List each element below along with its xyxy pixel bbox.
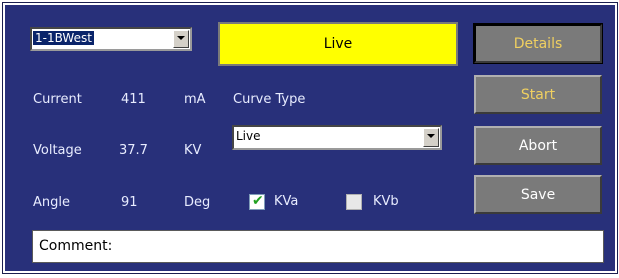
kvb-checkbox[interactable] bbox=[346, 194, 362, 210]
current-value: 411 bbox=[121, 92, 146, 107]
start-button[interactable]: Start bbox=[474, 75, 602, 114]
kvb-label: KVb bbox=[373, 194, 399, 209]
current-label: Current bbox=[33, 92, 82, 107]
comment-label: Comment: bbox=[39, 238, 113, 254]
angle-value: 91 bbox=[121, 195, 138, 210]
voltage-label: Voltage bbox=[33, 143, 82, 158]
chevron-down-icon[interactable] bbox=[423, 128, 439, 147]
device-select-value: 1-1BWest bbox=[33, 31, 94, 45]
curve-type-value: Live bbox=[236, 129, 261, 143]
current-unit: mA bbox=[184, 92, 206, 107]
kva-label: KVa bbox=[274, 194, 299, 209]
chevron-down-icon[interactable] bbox=[173, 30, 189, 48]
kva-checkbox[interactable]: ✔ bbox=[249, 193, 265, 210]
angle-unit: Deg bbox=[184, 195, 211, 210]
checkmark-icon: ✔ bbox=[252, 193, 264, 209]
control-panel: 1-1BWest Live Current 411 mA Voltage 37.… bbox=[2, 2, 618, 274]
details-button[interactable]: Details bbox=[473, 23, 603, 64]
curve-type-label: Curve Type bbox=[233, 92, 306, 107]
voltage-unit: KV bbox=[184, 143, 202, 158]
voltage-value: 37.7 bbox=[119, 143, 148, 158]
device-select[interactable]: 1-1BWest bbox=[30, 27, 192, 51]
curve-type-select[interactable]: Live bbox=[232, 125, 442, 150]
save-button[interactable]: Save bbox=[474, 175, 602, 214]
angle-label: Angle bbox=[33, 195, 70, 210]
comment-field[interactable]: Comment: bbox=[32, 230, 604, 263]
abort-button[interactable]: Abort bbox=[474, 126, 602, 165]
status-indicator: Live bbox=[218, 22, 458, 66]
